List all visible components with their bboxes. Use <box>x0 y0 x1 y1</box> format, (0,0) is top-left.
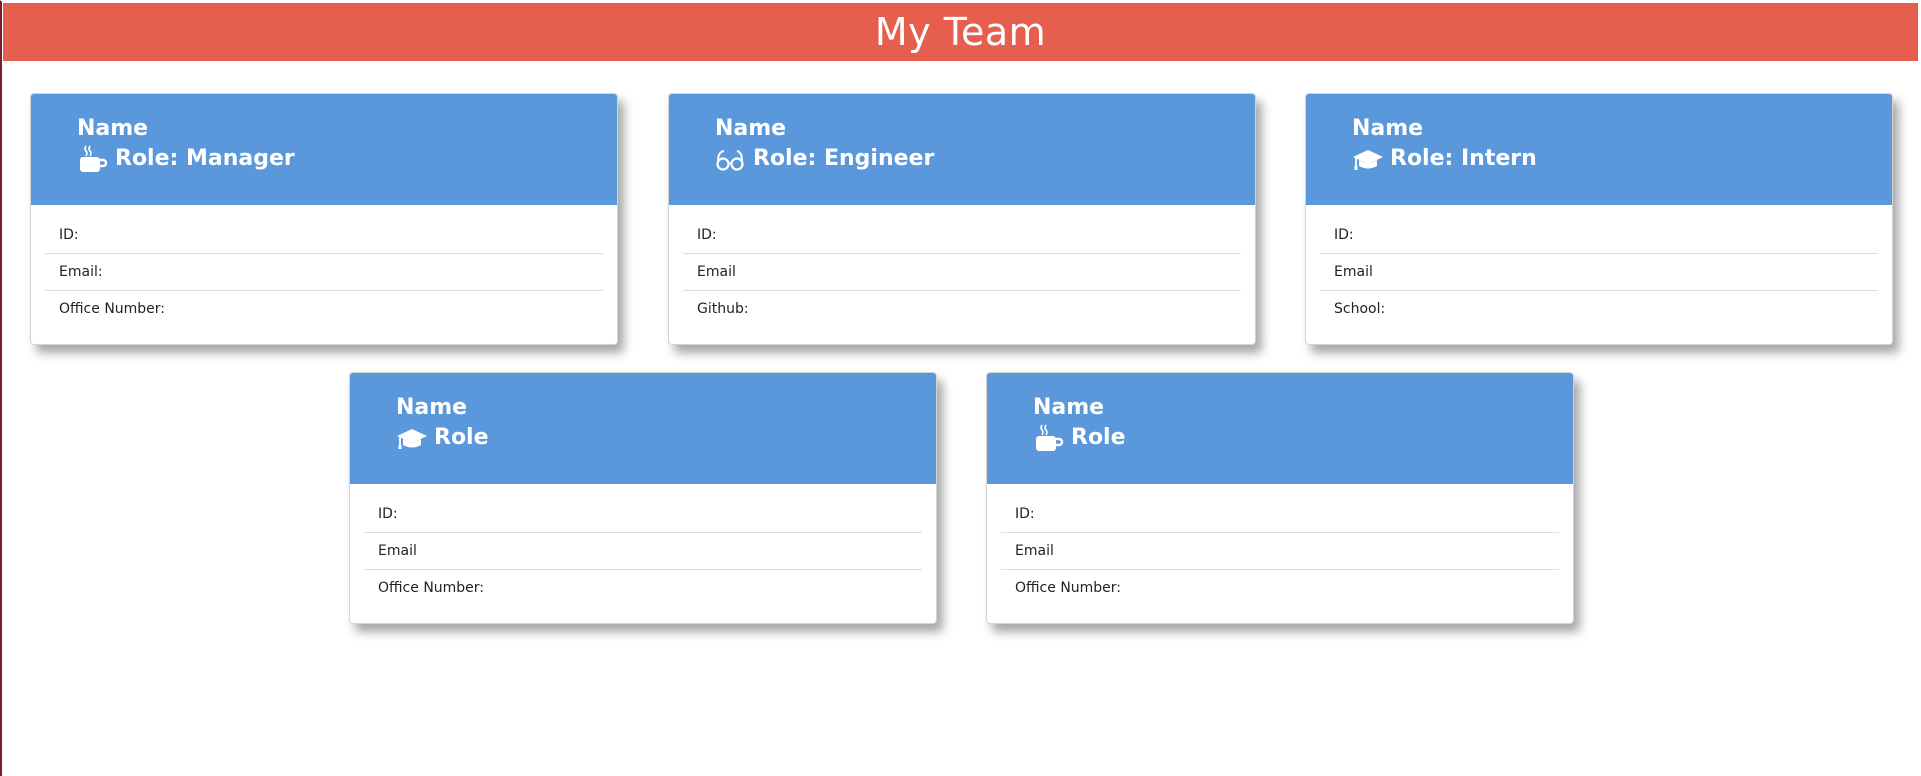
card-details: ID: Email: Office Number: <box>31 205 617 327</box>
detail-row-office-number: Office Number: <box>378 580 485 596</box>
team-card-engineer: Name Role: Engineer ID: Email Github: <box>668 93 1256 345</box>
detail-row-id: ID: <box>1320 217 1878 254</box>
graduation-cap-icon <box>396 423 430 453</box>
team-card-manager: Name Role: Manager ID: Email: Office Num… <box>30 93 618 345</box>
team-card-5: Name Role ID: Email Office Number: <box>986 372 1574 624</box>
card-details: ID: Email Office Number: <box>350 484 936 606</box>
detail-row-id: ID: <box>364 496 922 533</box>
coffee-mug-icon <box>77 144 111 174</box>
page-title: My Team <box>874 10 1047 54</box>
team-card-intern: Name Role: Intern ID: Email School: <box>1305 93 1893 345</box>
detail-row-id: ID: <box>1001 496 1559 533</box>
card-role: Role: Intern <box>1352 144 1892 174</box>
card-header: Name Role: Intern <box>1306 94 1892 205</box>
card-role: Role <box>396 423 936 453</box>
detail-row-office-number: Office Number: <box>1015 580 1122 596</box>
detail-row-id: ID: <box>45 217 603 254</box>
card-role-label: Role <box>434 425 489 450</box>
detail-row-school: School: <box>1334 301 1386 317</box>
detail-row-github: Github: <box>697 301 749 317</box>
card-name: Name <box>77 116 149 141</box>
detail-row-email: Email <box>1320 254 1878 291</box>
graduation-cap-icon <box>1352 144 1386 174</box>
detail-row-office-number: Office Number: <box>59 301 166 317</box>
page-header: My Team <box>3 3 1918 61</box>
detail-row-email: Email <box>683 254 1241 291</box>
team-card-4: Name Role ID: Email Office Number: <box>349 372 937 624</box>
detail-row-email: Email: <box>45 254 603 291</box>
card-role-label: Role: Intern <box>1390 146 1537 171</box>
card-name: Name <box>1033 395 1105 420</box>
detail-row-email: Email <box>1001 533 1559 570</box>
card-name: Name <box>396 395 468 420</box>
card-role-label: Role <box>1071 425 1126 450</box>
glasses-icon <box>715 144 749 174</box>
card-header: Name Role <box>350 373 936 484</box>
coffee-mug-icon <box>1033 423 1067 453</box>
card-name: Name <box>715 116 787 141</box>
card-role: Role <box>1033 423 1573 453</box>
detail-row-email: Email <box>364 533 922 570</box>
card-name: Name <box>1352 116 1424 141</box>
card-header: Name Role: Manager <box>31 94 617 205</box>
card-header: Name Role: Engineer <box>669 94 1255 205</box>
card-details: ID: Email School: <box>1306 205 1892 327</box>
card-role: Role: Engineer <box>715 144 1255 174</box>
card-details: ID: Email Office Number: <box>987 484 1573 606</box>
card-role: Role: Manager <box>77 144 617 174</box>
card-header: Name Role <box>987 373 1573 484</box>
card-role-label: Role: Engineer <box>753 146 935 171</box>
card-details: ID: Email Github: <box>669 205 1255 327</box>
detail-row-id: ID: <box>683 217 1241 254</box>
card-role-label: Role: Manager <box>115 146 295 171</box>
